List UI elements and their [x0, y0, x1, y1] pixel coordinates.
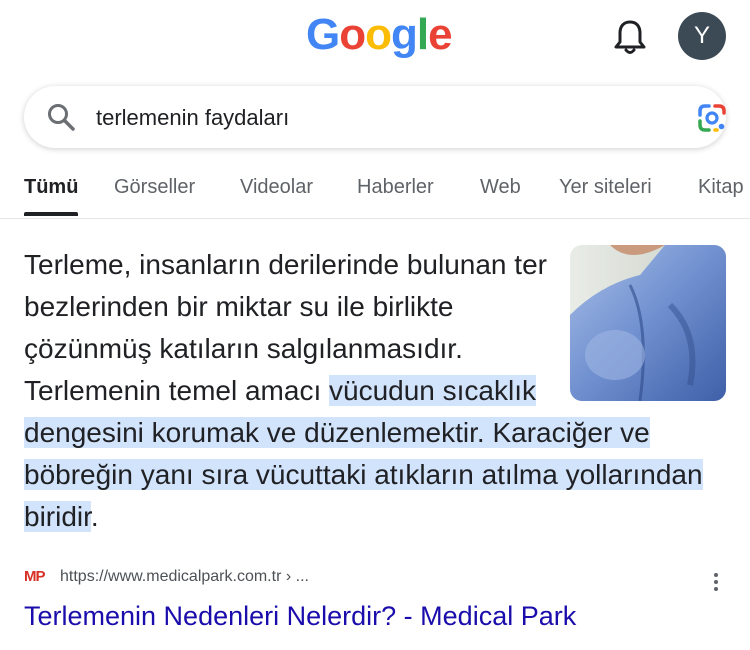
- dot: [714, 580, 718, 584]
- logo-letter: e: [428, 10, 453, 59]
- more-vert-icon[interactable]: [704, 570, 728, 596]
- search-tabs: Tümü Görseller Videolar Haberler Web Yer…: [0, 160, 750, 219]
- tab-web[interactable]: Web: [480, 176, 521, 199]
- tab-local[interactable]: Yer siteleri: [559, 176, 652, 199]
- google-lens-icon[interactable]: [696, 102, 728, 134]
- snippet-thumbnail[interactable]: [570, 245, 726, 401]
- search-input[interactable]: terlemenin faydaları: [96, 105, 289, 131]
- tab-all[interactable]: Tümü: [24, 176, 78, 199]
- tab-news[interactable]: Haberler: [357, 176, 434, 199]
- search-bar[interactable]: terlemenin faydaları: [24, 86, 726, 148]
- tab-books[interactable]: Kitap: [698, 176, 744, 199]
- logo-letter: o: [339, 10, 366, 59]
- tab-images[interactable]: Görseller: [114, 176, 195, 199]
- active-tab-indicator: [24, 212, 78, 216]
- logo-letter: g: [391, 10, 418, 59]
- tab-videos[interactable]: Videolar: [240, 176, 313, 199]
- result-url[interactable]: https://www.medicalpark.com.tr › ...: [60, 568, 309, 586]
- logo-letter: l: [416, 10, 429, 59]
- dot: [714, 573, 718, 577]
- logo-letter: G: [306, 10, 340, 59]
- header: Google Y: [0, 0, 750, 80]
- bell-icon[interactable]: [612, 18, 648, 56]
- result-title-link[interactable]: Terlemenin Nedenleri Nelerdir? - Medical…: [24, 601, 576, 632]
- snippet-text-end: .: [90, 501, 99, 532]
- site-favicon: MP: [24, 568, 45, 585]
- avatar[interactable]: Y: [678, 12, 726, 60]
- google-logo[interactable]: Google: [306, 10, 453, 60]
- dot: [714, 587, 718, 591]
- logo-letter: o: [365, 10, 392, 59]
- search-icon[interactable]: [46, 102, 76, 132]
